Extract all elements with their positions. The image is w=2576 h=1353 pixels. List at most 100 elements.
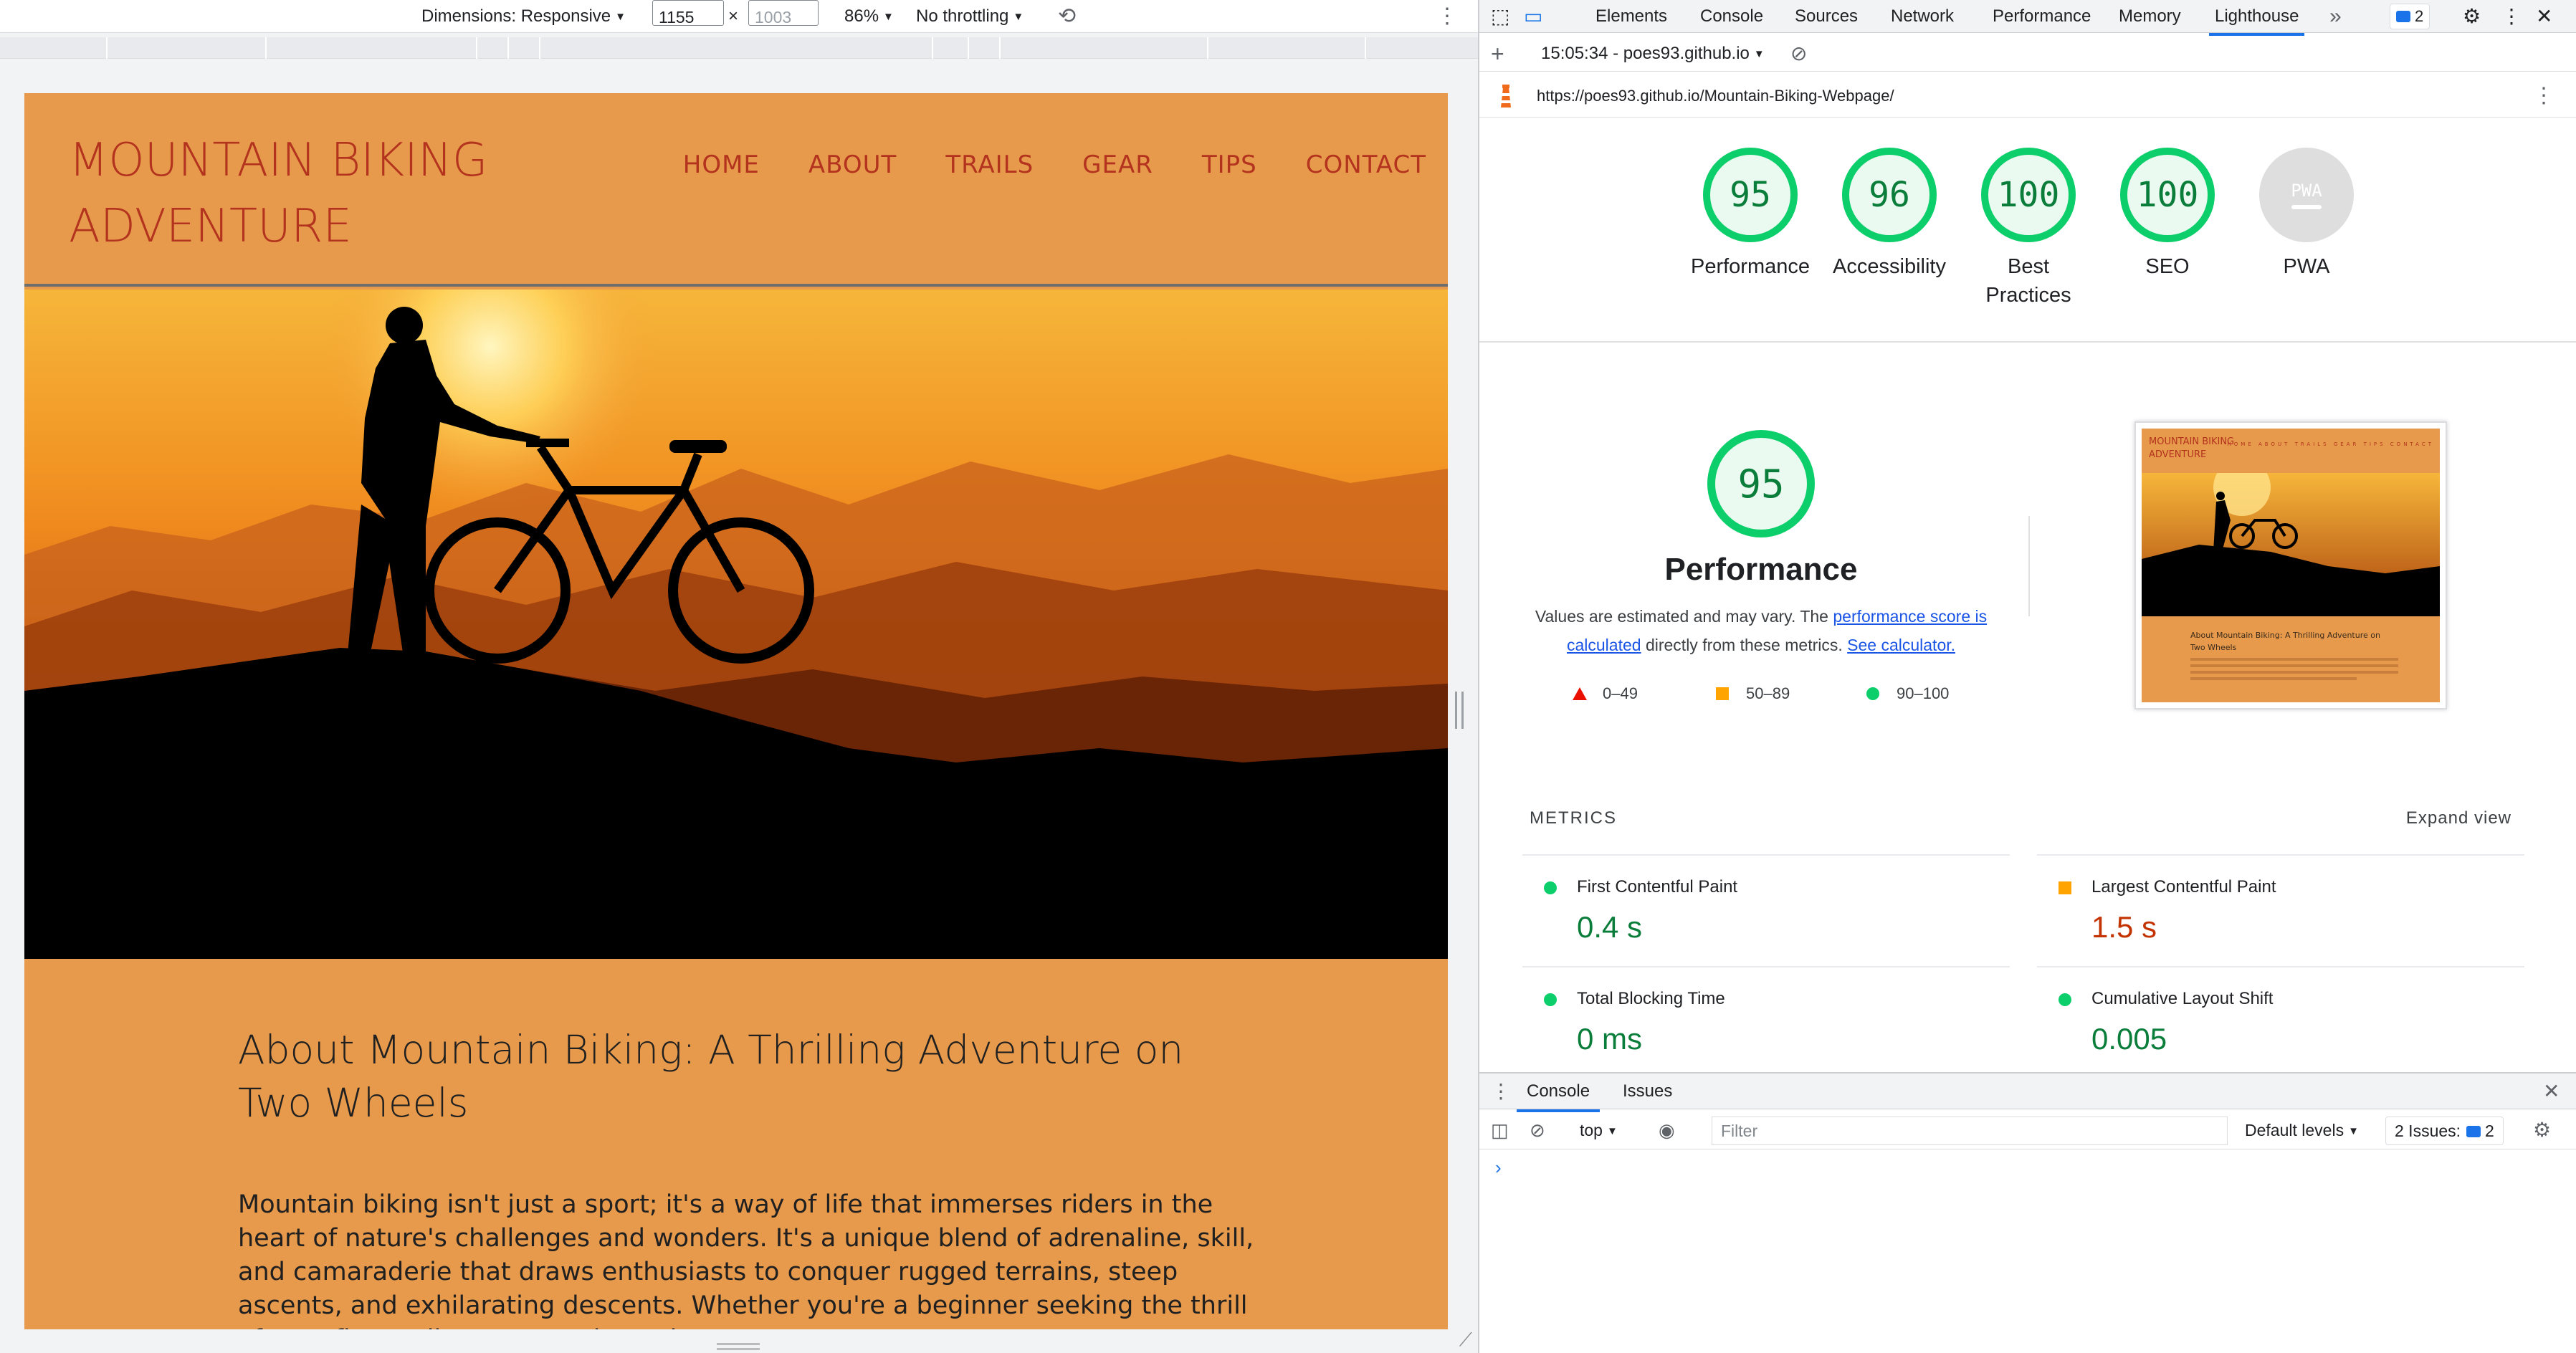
tab-memory[interactable]: Memory (2119, 0, 2181, 33)
tab-performance[interactable]: Performance (1993, 0, 2091, 33)
lighthouse-toolbar: + 15:05:34 - poes93.github.io ▼ ⊘ (1479, 36, 2576, 72)
metric-total-blocking-time: Total Blocking Time 0 ms (1522, 966, 2010, 1074)
customize-menu-icon[interactable]: ⋮ (2501, 0, 2522, 33)
metric-name: First Contentful Paint (1577, 877, 1738, 897)
tab-console[interactable]: Console (1700, 0, 1763, 33)
metric-largest-contentful-paint: Largest Contentful Paint 1.5 s (2037, 854, 2524, 962)
rotate-icon[interactable]: ⟲ (1058, 0, 1076, 33)
metric-first-contentful-paint: First Contentful Paint 0.4 s (1522, 854, 2010, 962)
tab-elements[interactable]: Elements (1595, 0, 1667, 33)
drawer-tab-issues[interactable]: Issues (1623, 1074, 1672, 1109)
metric-name: Cumulative Layout Shift (2091, 989, 2274, 1008)
console-drawer: ⋮ Console Issues ✕ ◫ ⊘ top ▼ ◉ Filter Def… (1479, 1072, 2576, 1353)
report-selector[interactable]: 15:05:34 - poes93.github.io ▼ (1541, 36, 1765, 74)
tab-network[interactable]: Network (1891, 0, 1954, 33)
average-square-icon (1716, 687, 1729, 700)
drawer-menu-icon[interactable]: ⋮ (1491, 1074, 1511, 1109)
new-report-plus-icon[interactable]: + (1491, 36, 1504, 72)
device-toggle-icon[interactable]: ▭ (1524, 0, 1542, 33)
nav-trails[interactable]: TRAILS (945, 150, 1034, 179)
divider (2028, 516, 2030, 616)
nav-tips[interactable]: TIPS (1202, 150, 1257, 179)
gauge-performance[interactable]: 95 Performance (1686, 148, 1815, 281)
dimensions-dropdown[interactable]: Dimensions: Responsive ▼ (421, 0, 626, 35)
final-screenshot-thumbnail[interactable]: MOUNTAIN BIKING ADVENTURE HOME ABOUT TRA… (2134, 421, 2447, 709)
tab-sources[interactable]: Sources (1795, 0, 1858, 33)
see-calculator-link[interactable]: See calculator. (1847, 636, 1955, 654)
sidebar-toggle-icon[interactable]: ◫ (1491, 1111, 1509, 1149)
gauge-best-practices[interactable]: 100 Best Practices (1964, 148, 2093, 310)
console-prompt-icon[interactable]: › (1495, 1157, 1502, 1179)
pass-circle-icon (2059, 993, 2071, 1006)
caret-down-icon: ▼ (2348, 1125, 2359, 1137)
report-menu-icon[interactable]: ⋮ (2533, 75, 2554, 118)
thumbnail-nav: HOME ABOUT TRAILS GEAR TIPS CONTACT (2227, 441, 2434, 447)
nav-home[interactable]: HOME (683, 150, 760, 179)
performance-description: Values are estimated and may vary. The p… (1535, 607, 1988, 654)
nav-contact[interactable]: CONTACT (1306, 150, 1426, 179)
more-tabs-icon[interactable]: » (2329, 0, 2342, 33)
media-query-ruler[interactable] (0, 37, 1478, 59)
thumbnail-heading: About Mountain Biking: A Thrilling Adven… (2190, 631, 2380, 652)
tab-lighthouse[interactable]: Lighthouse (2209, 0, 2305, 36)
hero-image (24, 290, 1448, 959)
issues-counter[interactable]: 2 Issues: 2 (2385, 1117, 2504, 1145)
settings-gear-icon[interactable]: ⚙ (2463, 0, 2481, 33)
report-url-bar: https://poes93.github.io/Mountain-Biking… (1479, 75, 2576, 118)
more-options-icon[interactable]: ⋮ (1436, 0, 1458, 33)
performance-title: Performance (1664, 552, 1858, 587)
zoom-dropdown[interactable]: 86% ▼ (844, 0, 894, 35)
thumbnail-hero (2142, 473, 2440, 616)
throttling-dropdown[interactable]: No throttling ▼ (916, 0, 1024, 35)
width-input[interactable]: 1155 (652, 0, 724, 27)
log-levels-dropdown[interactable]: Default levels ▼ (2245, 1111, 2359, 1152)
expand-view-toggle[interactable]: Expand view (2406, 808, 2511, 828)
caret-down-icon: ▼ (615, 11, 626, 23)
drawer-tab-console[interactable]: Console (1517, 1074, 1601, 1112)
about-paragraph: Mountain biking isn't just a sport; it's… (238, 1190, 1254, 1329)
context-selector[interactable]: top ▼ (1580, 1111, 1618, 1152)
pass-circle-icon (1544, 993, 1557, 1006)
average-square-icon (2059, 881, 2071, 894)
close-devtools-icon[interactable]: ✕ (2536, 0, 2552, 33)
nav-about[interactable]: ABOUT (808, 150, 897, 179)
metric-cumulative-layout-shift: Cumulative Layout Shift 0.005 (2037, 966, 2524, 1074)
inspect-element-icon[interactable]: ⬚ (1491, 0, 1509, 33)
about-heading: About Mountain Biking: A Thrilling Adven… (238, 1027, 1184, 1126)
pass-circle-icon (1544, 881, 1557, 894)
resize-handle-bottom[interactable] (717, 1340, 760, 1353)
issues-badge[interactable]: 2 (2390, 4, 2430, 29)
clear-report-icon[interactable]: ⊘ (1790, 36, 1807, 72)
message-icon (2396, 11, 2410, 22)
resize-corner-icon[interactable]: ⟋ (1459, 1329, 1472, 1352)
site-logo[interactable]: MOUNTAIN BIKING ADVENTURE (69, 128, 571, 259)
drawer-tabbar: ⋮ Console Issues ✕ (1479, 1074, 2576, 1112)
fail-triangle-icon (1573, 687, 1587, 700)
metric-name: Largest Contentful Paint (2091, 877, 2276, 897)
gauge-pwa[interactable]: PWA PWA (2242, 148, 2371, 281)
close-drawer-icon[interactable]: ✕ (2543, 1074, 2560, 1109)
clear-console-icon[interactable]: ⊘ (1530, 1111, 1545, 1149)
pass-circle-icon (1866, 687, 1879, 700)
report-url[interactable]: https://poes93.github.io/Mountain-Biking… (1537, 75, 1894, 118)
gauge-accessibility[interactable]: 96 Accessibility (1825, 148, 1954, 281)
caret-down-icon: ▼ (883, 11, 894, 23)
gauge-score: 96 (1842, 148, 1937, 242)
resize-handle-right[interactable] (1455, 692, 1464, 729)
divider (1479, 341, 2576, 343)
devtools-panel: ⬚ ▭ Elements Console Sources Network Per… (1478, 0, 2576, 1353)
console-toolbar: ◫ ⊘ top ▼ ◉ Filter Default levels ▼ 2 Issu… (1479, 1111, 2576, 1149)
metric-value: 0.4 s (1577, 910, 1643, 944)
message-icon (2466, 1126, 2481, 1137)
thumbnail-text (2190, 658, 2398, 684)
site-nav: HOME ABOUT TRAILS GEAR TIPS CONTACT (683, 150, 1426, 179)
console-filter-input[interactable]: Filter (1712, 1117, 2228, 1145)
live-expression-eye-icon[interactable]: ◉ (1659, 1111, 1675, 1149)
height-input[interactable]: 1003 (748, 0, 819, 27)
website-viewport: MOUNTAIN BIKING ADVENTURE HOME ABOUT TRA… (24, 93, 1448, 1329)
nav-gear[interactable]: GEAR (1082, 150, 1153, 179)
gauge-seo[interactable]: 100 SEO (2103, 148, 2232, 281)
console-settings-gear-icon[interactable]: ⚙ (2533, 1111, 2551, 1149)
device-emulation-pane: Dimensions: Responsive ▼ 1155 × 1003 86% ▼… (0, 0, 1478, 1353)
metric-value: 1.5 s (2091, 910, 2157, 944)
